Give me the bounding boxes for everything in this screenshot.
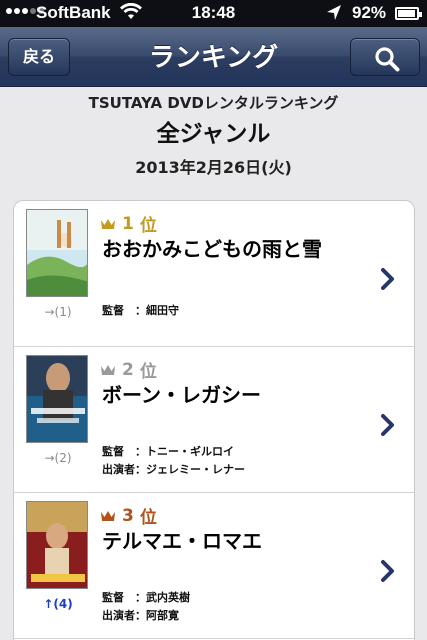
movie-title: ボーン・レガシー <box>102 383 261 407</box>
navigation-bar: 戻る ランキング <box>0 27 427 87</box>
dvd-cover-image <box>26 209 88 297</box>
dvd-cover-image <box>26 501 88 589</box>
cast-label: 出演者： <box>102 609 146 622</box>
status-bar: SoftBank 18:48 92% <box>0 0 427 27</box>
rank-number: 3 <box>122 505 134 526</box>
chevron-right-icon <box>380 559 396 587</box>
cast-name: ジェレミー・レナー <box>146 463 245 476</box>
dvd-cover-image <box>26 355 88 443</box>
ranking-list: →(1) 1 位 おおかみこどもの雨と雪 監督 ：細田守 →(2) 2 位 ボー… <box>13 200 415 640</box>
director-name: 武内英樹 <box>146 591 190 604</box>
ranking-source-label: TSUTAYA DVDレンタルランキング <box>88 94 339 112</box>
cast-label: 出演者： <box>102 463 146 476</box>
director-label: 監督 ： <box>102 445 146 458</box>
director-name: 細田守 <box>146 304 179 317</box>
movie-title: おおかみこどもの雨と雪 <box>102 237 322 261</box>
director-label: 監督 ： <box>102 304 146 317</box>
rank-number: 2 <box>122 359 134 380</box>
ranking-row[interactable]: ↑(4) 3 位 テルマエ・ロマエ 監督 ：武内英樹 出演者：阿部寛 <box>14 493 414 639</box>
director-label: 監督 ： <box>102 591 146 604</box>
crown-icon <box>101 364 115 375</box>
chevron-right-icon <box>380 413 396 441</box>
ranking-row[interactable]: →(2) 2 位 ボーン・レガシー 監督 ：トニー・ギルロイ 出演者：ジェレミー… <box>14 347 414 493</box>
ranking-row[interactable]: →(1) 1 位 おおかみこどもの雨と雪 監督 ：細田守 <box>14 201 414 347</box>
battery-icon <box>395 7 422 20</box>
cast-name: 阿部寛 <box>146 609 179 622</box>
battery-percent: 92% <box>352 3 387 22</box>
location-arrow-icon <box>326 4 342 27</box>
ranking-date: 2013年2月26日(火) <box>135 158 292 177</box>
crown-icon <box>101 218 115 229</box>
chevron-right-icon <box>380 267 396 295</box>
rank-trend: →(1) <box>44 305 72 319</box>
crown-icon <box>101 510 115 521</box>
genre-label: 全ジャンル <box>156 121 271 147</box>
rank-number: 1 <box>122 213 134 234</box>
search-button[interactable] <box>350 38 420 76</box>
rank-trend: ↑(4) <box>43 597 73 611</box>
director-name: トニー・ギルロイ <box>146 445 234 458</box>
search-icon <box>375 47 400 72</box>
movie-title: テルマエ・ロマエ <box>102 529 262 553</box>
rank-trend: →(2) <box>44 451 72 465</box>
